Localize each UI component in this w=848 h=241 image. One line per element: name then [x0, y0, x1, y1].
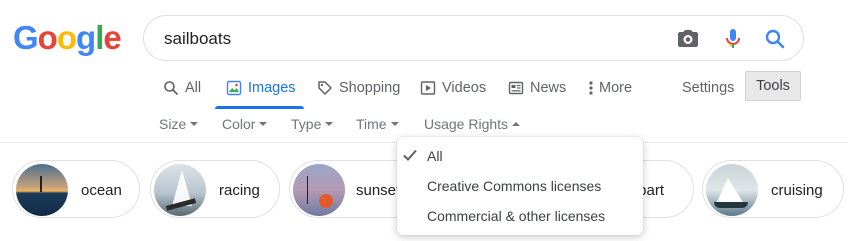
filter-label: Type: [291, 116, 322, 132]
caret-down-icon: [190, 122, 199, 126]
tab-label: News: [530, 80, 567, 96]
chip-label: sunset: [356, 182, 401, 199]
chip-label: ocean: [81, 182, 122, 199]
logo-letter: e: [103, 19, 121, 56]
menu-item-commercial[interactable]: Commercial & other licenses: [427, 208, 605, 224]
menu-item-all[interactable]: All: [427, 148, 443, 164]
tools-button[interactable]: Tools: [745, 71, 801, 101]
search-icon: [164, 81, 179, 96]
tag-icon: [318, 81, 332, 95]
tab-label: More: [599, 80, 633, 96]
logo-letter: l: [95, 19, 104, 56]
chip-thumbnail: [154, 164, 206, 216]
filter-label: Usage Rights: [424, 116, 509, 132]
search-icon[interactable]: [763, 27, 787, 51]
tab-images[interactable]: Images: [226, 78, 296, 98]
chip-thumbnail: [16, 164, 68, 216]
caret-up-icon: [512, 122, 521, 126]
image-icon: [226, 80, 242, 96]
search-bar[interactable]: sailboats: [143, 15, 804, 61]
newspaper-icon: [508, 81, 524, 95]
logo-letter: o: [56, 19, 77, 56]
chip-thumbnail: [706, 164, 758, 216]
menu-item-creative-commons[interactable]: Creative Commons licenses: [427, 178, 601, 194]
filter-size[interactable]: Size: [159, 116, 199, 132]
settings-link[interactable]: Settings: [682, 78, 734, 98]
tab-news[interactable]: News: [508, 78, 566, 98]
filter-color[interactable]: Color: [222, 116, 268, 132]
tab-all[interactable]: All: [163, 78, 201, 98]
filter-label: Time: [356, 116, 387, 132]
caret-down-icon: [390, 122, 399, 126]
caret-down-icon: [259, 122, 268, 126]
tab-more[interactable]: More: [588, 78, 632, 98]
tab-label: Videos: [442, 80, 487, 96]
related-chip-cruising[interactable]: cruising: [702, 160, 844, 218]
related-chip-racing[interactable]: racing: [150, 160, 280, 218]
tab-label: Shopping: [339, 80, 401, 96]
logo-letter: G: [13, 19, 39, 56]
logo-letter: o: [37, 19, 58, 56]
filter-label: Color: [222, 116, 256, 132]
filter-time[interactable]: Time: [356, 116, 399, 132]
filter-usage-rights[interactable]: Usage Rights: [424, 116, 521, 132]
tab-videos[interactable]: Videos: [420, 78, 486, 98]
related-chip-ocean[interactable]: ocean: [12, 160, 140, 218]
chip-label: racing: [219, 182, 260, 199]
more-vert-icon: [589, 81, 593, 95]
tab-label: Images: [248, 80, 296, 96]
microphone-icon[interactable]: [721, 27, 745, 51]
camera-icon[interactable]: [676, 27, 700, 51]
usage-rights-menu: All Creative Commons licenses Commercial…: [397, 137, 643, 235]
chip-label: cruising: [771, 182, 823, 199]
checkmark-icon: [403, 149, 417, 161]
caret-down-icon: [325, 122, 334, 126]
tab-label: All: [185, 80, 202, 96]
filter-label: Size: [159, 116, 187, 132]
active-tab-indicator: [215, 106, 304, 109]
logo-letter: g: [76, 19, 96, 56]
chip-thumbnail: [293, 164, 345, 216]
filter-type[interactable]: Type: [291, 116, 334, 132]
search-input[interactable]: sailboats: [164, 29, 231, 49]
tab-shopping[interactable]: Shopping: [317, 78, 400, 98]
google-logo[interactable]: Google: [13, 19, 122, 56]
play-icon: [420, 81, 436, 95]
